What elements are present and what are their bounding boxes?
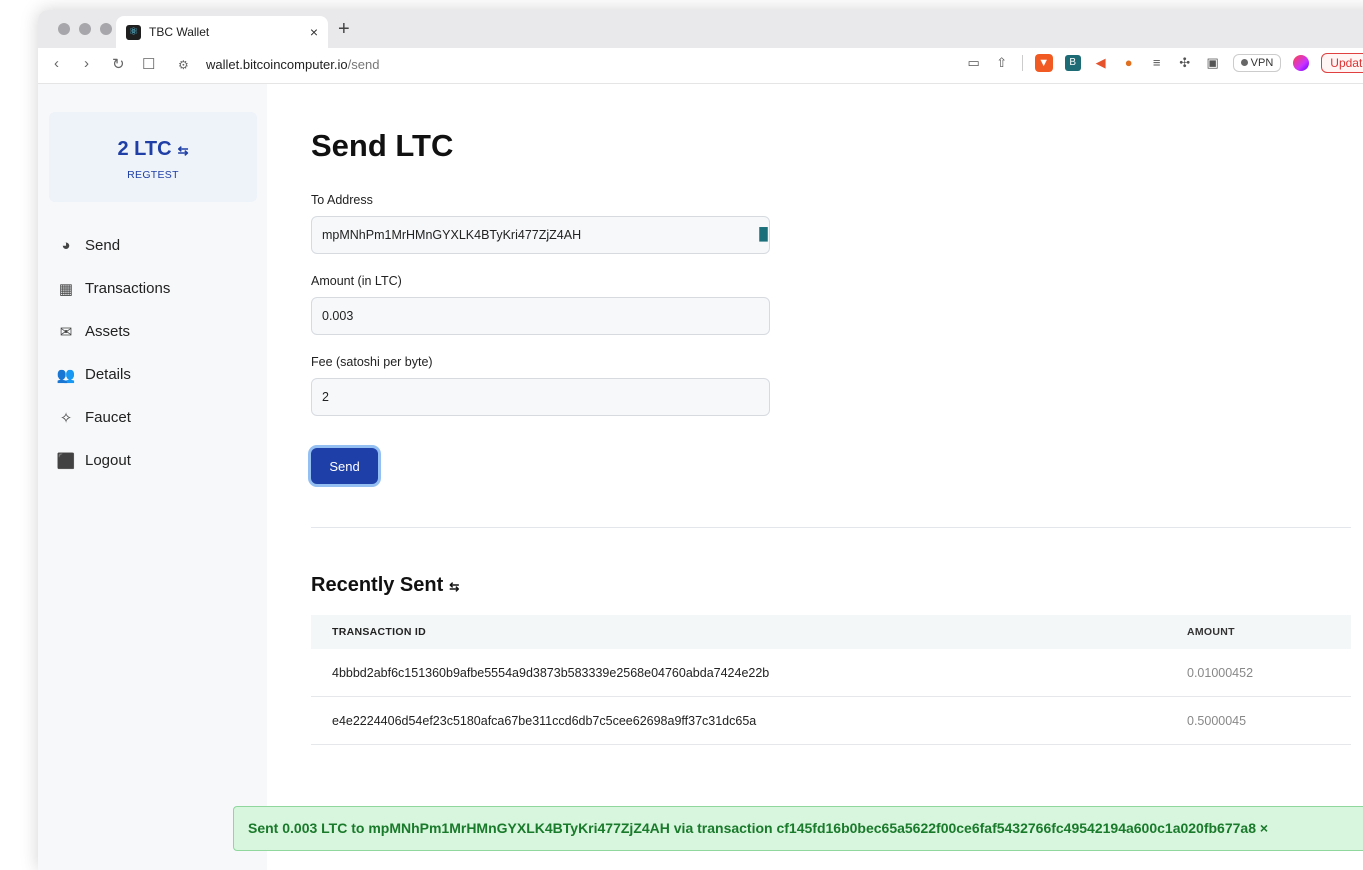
amount-label: Amount (in LTC): [311, 274, 402, 288]
window-controls: [58, 23, 112, 35]
bag-icon: ⬛: [56, 452, 76, 470]
amount-cell: 0.01000452: [1187, 665, 1254, 680]
fee-label: Fee (satoshi per byte): [311, 355, 433, 369]
address-bar[interactable]: wallet.bitcoincomputer.io/send: [206, 57, 379, 72]
puzzle-icon[interactable]: ✣: [1177, 55, 1193, 71]
sidebar-item-assets[interactable]: ✉ Assets: [56, 310, 170, 353]
wallet-icon[interactable]: ▣: [1205, 55, 1221, 71]
users-icon: 👥: [56, 366, 76, 384]
grid-icon: ▦: [58, 280, 74, 298]
column-header-amount: AMOUNT: [1187, 626, 1235, 638]
section-divider: [311, 527, 1351, 528]
mailbox-icon: ✉: [59, 323, 73, 341]
react-favicon-icon: ⚛: [126, 24, 141, 40]
tab-strip: ⚛ TBC Wallet × +: [38, 10, 1363, 48]
share-icon[interactable]: ⇧: [994, 55, 1010, 71]
reload-icon[interactable]: ↻: [112, 55, 125, 73]
megaphone-icon[interactable]: ◀: [1093, 55, 1109, 71]
reader-mode-icon[interactable]: ≡: [1149, 55, 1165, 71]
column-header-transaction-id: TRANSACTION ID: [332, 626, 427, 638]
page-title: Send LTC: [311, 128, 454, 163]
vpn-status-icon: [1240, 59, 1248, 66]
recently-sent-table: TRANSACTION ID AMOUNT 4bbbd2abf6c151360b…: [311, 615, 1351, 745]
new-tab-button[interactable]: +: [338, 18, 350, 41]
toast-message: Sent 0.003 LTC to mpMNhPm1MrHMnGYXLK4BTy…: [248, 820, 1256, 836]
sidebar-item-label: Assets: [85, 323, 131, 340]
cast-icon[interactable]: ▭: [966, 55, 982, 71]
success-toast: Sent 0.003 LTC to mpMNhPm1MrHMnGYXLK4BTy…: [233, 806, 1363, 851]
extension-icon[interactable]: B: [1064, 55, 1081, 71]
sidebar-item-logout[interactable]: ⬛ Logout: [56, 439, 170, 482]
update-button[interactable]: Update: [1321, 53, 1363, 73]
toast-close-icon[interactable]: ×: [1260, 820, 1268, 836]
close-window-button[interactable]: [58, 23, 70, 35]
sidebar-item-label: Transactions: [85, 280, 171, 297]
site-settings-icon[interactable]: ⚙: [178, 58, 189, 72]
navigation-bar: ‹ › ↻ ☐ ⚙ wallet.bitcoincomputer.io/send…: [38, 48, 1363, 84]
pie-chart-icon: ◕: [61, 237, 71, 254]
balance-value: 2 LTC: [117, 138, 172, 160]
forward-icon[interactable]: ›: [84, 55, 89, 72]
sidebar-item-details[interactable]: 👥 Details: [56, 353, 170, 396]
address-book-icon[interactable]: ▐▌: [755, 227, 772, 241]
to-address-label: To Address: [311, 193, 373, 207]
sidebar-item-faucet[interactable]: ✧ Faucet: [56, 396, 170, 439]
table-row[interactable]: 4bbbd2abf6c151360b9afbe5554a9d3873b58333…: [311, 649, 1351, 697]
sidebar: 2 LTC ⇆ REGTEST ◕ Send ▦ Transactions ✉ A…: [38, 84, 267, 870]
fee-field[interactable]: 2: [311, 378, 770, 416]
sidebar-item-send[interactable]: ◕ Send: [56, 224, 170, 267]
browser-tab[interactable]: ⚛ TBC Wallet ×: [116, 16, 328, 48]
extension-droplet-icon[interactable]: ●: [1121, 55, 1137, 71]
url-path: /send: [347, 57, 380, 72]
back-icon[interactable]: ‹: [54, 55, 59, 72]
recently-sent-title: Recently Sent: [311, 574, 444, 596]
brave-shield-icon[interactable]: ▼: [1034, 54, 1053, 72]
url-host: wallet.bitcoincomputer.io: [206, 57, 348, 72]
sidebar-item-label: Logout: [85, 452, 131, 469]
leo-ai-icon[interactable]: [1293, 55, 1310, 71]
transaction-id-cell: 4bbbd2abf6c151360b9afbe5554a9d3873b58333…: [332, 665, 770, 680]
magic-wand-icon: ✧: [59, 409, 73, 427]
amount-field[interactable]: 0.003: [311, 297, 770, 335]
tab-close-icon[interactable]: ×: [310, 24, 318, 40]
vpn-button[interactable]: VPN: [1232, 54, 1282, 72]
table-row[interactable]: e4e2224406d54ef23c5180afca67be311ccd6db7…: [311, 697, 1351, 745]
tab-title: TBC Wallet: [149, 25, 210, 39]
amount-cell: 0.5000045: [1187, 713, 1247, 728]
balance-display: 2 LTC ⇆: [49, 138, 257, 161]
refresh-icon[interactable]: ⇆: [449, 580, 459, 594]
browser-window: ⚛ TBC Wallet × + ‹ › ↻ ☐ ⚙ wallet.bitcoi…: [38, 10, 1363, 870]
toolbar-divider: [1021, 55, 1023, 71]
sidebar-menu: ◕ Send ▦ Transactions ✉ Assets 👥 Details…: [56, 224, 171, 482]
sidebar-item-label: Send: [85, 237, 121, 254]
sidebar-item-label: Details: [85, 366, 131, 383]
to-address-field[interactable]: mpMNhPm1MrHMnGYXLK4BTyKri477ZjZ4AH: [311, 216, 770, 254]
balance-card: 2 LTC ⇆ REGTEST: [49, 112, 257, 202]
table-header: TRANSACTION ID AMOUNT: [311, 615, 1351, 649]
page-content: 2 LTC ⇆ REGTEST ◕ Send ▦ Transactions ✉ A…: [38, 84, 1363, 870]
bookmark-icon[interactable]: ☐: [142, 55, 155, 73]
transaction-id-cell: e4e2224406d54ef23c5180afca67be311ccd6db7…: [332, 713, 757, 728]
refresh-icon[interactable]: ⇆: [178, 143, 189, 158]
sidebar-item-transactions[interactable]: ▦ Transactions: [56, 267, 170, 310]
network-label: REGTEST: [127, 169, 179, 181]
recently-sent-heading: Recently Sent ⇆: [311, 574, 459, 597]
vpn-label: VPN: [1250, 57, 1274, 69]
minimize-window-button[interactable]: [79, 23, 91, 35]
browser-toolbar: ▭ ⇧ ▼ B ◀ ● ≡ ✣ ▣ VPN Update: [966, 53, 1363, 73]
maximize-window-button[interactable]: [100, 23, 112, 35]
sidebar-item-label: Faucet: [85, 409, 131, 426]
send-button[interactable]: Send: [311, 448, 378, 484]
